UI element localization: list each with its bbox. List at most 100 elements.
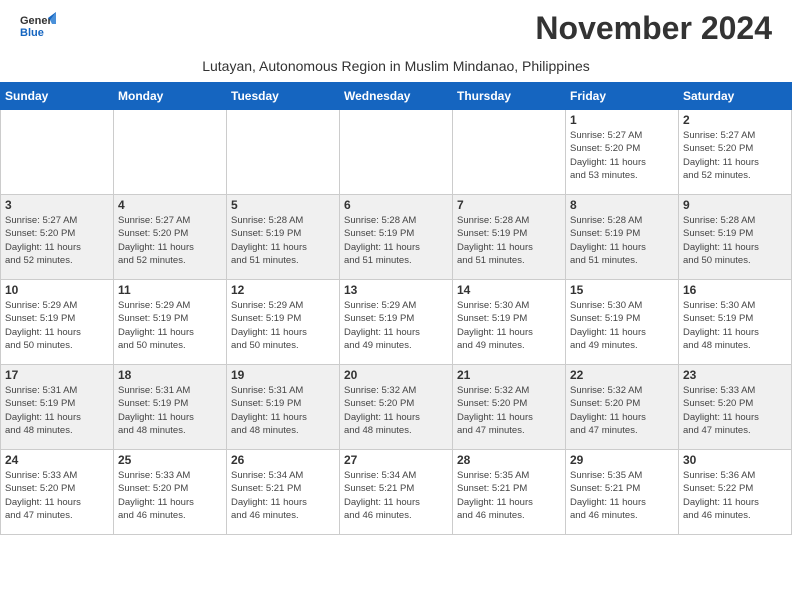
day-info: Sunrise: 5:35 AM Sunset: 5:21 PM Dayligh… [570,469,674,522]
day-info: Sunrise: 5:33 AM Sunset: 5:20 PM Dayligh… [5,469,109,522]
day-info: Sunrise: 5:30 AM Sunset: 5:19 PM Dayligh… [457,299,561,352]
calendar-cell: 30 Sunrise: 5:36 AM Sunset: 5:22 PM Dayli… [679,450,792,535]
day-number: 30 [683,453,787,467]
week-row-2: 3Sunrise: 5:27 AM Sunset: 5:20 PM Daylig… [1,195,792,280]
day-info: Sunrise: 5:29 AM Sunset: 5:19 PM Dayligh… [344,299,448,352]
page-header: General Blue November 2024 [0,0,792,56]
calendar-cell: 22 Sunrise: 5:32 AM Sunset: 5:20 PM Dayli… [566,365,679,450]
calendar-cell [340,110,453,195]
day-number: 18 [118,368,222,382]
day-number: 6 [344,198,448,212]
day-info: Sunrise: 5:31 AM Sunset: 5:19 PM Dayligh… [5,384,109,437]
calendar-cell: 2Sunrise: 5:27 AM Sunset: 5:20 PM Daylig… [679,110,792,195]
day-info: Sunrise: 5:34 AM Sunset: 5:21 PM Dayligh… [231,469,335,522]
day-info: Sunrise: 5:27 AM Sunset: 5:20 PM Dayligh… [683,129,787,182]
svg-text:Blue: Blue [20,27,44,39]
calendar-cell: 18Sunrise: 5:31 AM Sunset: 5:19 PM Dayli… [114,365,227,450]
day-info: Sunrise: 5:30 AM Sunset: 5:19 PM Dayligh… [683,299,787,352]
calendar-header-wednesday: Wednesday [340,83,453,110]
calendar-cell: 26 Sunrise: 5:34 AM Sunset: 5:21 PM Dayli… [227,450,340,535]
day-info: Sunrise: 5:28 AM Sunset: 5:19 PM Dayligh… [344,214,448,267]
day-info: Sunrise: 5:32 AM Sunset: 5:20 PM Dayligh… [570,384,674,437]
week-row-5: 24 Sunrise: 5:33 AM Sunset: 5:20 PM Dayli… [1,450,792,535]
calendar-cell: 9 Sunrise: 5:28 AM Sunset: 5:19 PM Daylig… [679,195,792,280]
day-info: Sunrise: 5:29 AM Sunset: 5:19 PM Dayligh… [118,299,222,352]
day-info: Sunrise: 5:27 AM Sunset: 5:20 PM Dayligh… [5,214,109,267]
calendar-header-monday: Monday [114,83,227,110]
day-info: Sunrise: 5:28 AM Sunset: 5:19 PM Dayligh… [457,214,561,267]
calendar-cell: 29 Sunrise: 5:35 AM Sunset: 5:21 PM Dayli… [566,450,679,535]
logo: General Blue [20,10,56,51]
calendar-header-thursday: Thursday [453,83,566,110]
day-info: Sunrise: 5:27 AM Sunset: 5:20 PM Dayligh… [570,129,674,182]
logo-icon: General Blue [20,10,56,51]
calendar-cell: 25 Sunrise: 5:33 AM Sunset: 5:20 PM Dayli… [114,450,227,535]
month-title: November 2024 [535,10,772,47]
calendar-header-friday: Friday [566,83,679,110]
calendar-cell: 24 Sunrise: 5:33 AM Sunset: 5:20 PM Dayli… [1,450,114,535]
calendar-cell: 23Sunrise: 5:33 AM Sunset: 5:20 PM Dayli… [679,365,792,450]
week-row-1: 1 Sunrise: 5:27 AM Sunset: 5:20 PM Daylig… [1,110,792,195]
day-number: 14 [457,283,561,297]
day-number: 20 [344,368,448,382]
calendar-cell: 17 Sunrise: 5:31 AM Sunset: 5:19 PM Dayli… [1,365,114,450]
day-info: Sunrise: 5:31 AM Sunset: 5:19 PM Dayligh… [231,384,335,437]
day-number: 17 [5,368,109,382]
day-number: 21 [457,368,561,382]
day-number: 24 [5,453,109,467]
day-info: Sunrise: 5:34 AM Sunset: 5:21 PM Dayligh… [344,469,448,522]
location-subtitle: Lutayan, Autonomous Region in Muslim Min… [0,56,792,82]
day-info: Sunrise: 5:28 AM Sunset: 5:19 PM Dayligh… [570,214,674,267]
calendar-cell: 15 Sunrise: 5:30 AM Sunset: 5:19 PM Dayli… [566,280,679,365]
day-info: Sunrise: 5:32 AM Sunset: 5:20 PM Dayligh… [344,384,448,437]
day-info: Sunrise: 5:36 AM Sunset: 5:22 PM Dayligh… [683,469,787,522]
day-number: 9 [683,198,787,212]
calendar-cell: 11 Sunrise: 5:29 AM Sunset: 5:19 PM Dayli… [114,280,227,365]
day-number: 8 [570,198,674,212]
day-info: Sunrise: 5:29 AM Sunset: 5:19 PM Dayligh… [231,299,335,352]
day-number: 11 [118,283,222,297]
calendar-cell [114,110,227,195]
day-number: 26 [231,453,335,467]
day-info: Sunrise: 5:28 AM Sunset: 5:19 PM Dayligh… [683,214,787,267]
calendar-cell: 8 Sunrise: 5:28 AM Sunset: 5:19 PM Daylig… [566,195,679,280]
week-row-3: 10 Sunrise: 5:29 AM Sunset: 5:19 PM Dayli… [1,280,792,365]
day-number: 28 [457,453,561,467]
calendar-cell: 28Sunrise: 5:35 AM Sunset: 5:21 PM Dayli… [453,450,566,535]
day-number: 10 [5,283,109,297]
calendar-cell: 3Sunrise: 5:27 AM Sunset: 5:20 PM Daylig… [1,195,114,280]
day-number: 12 [231,283,335,297]
day-number: 4 [118,198,222,212]
calendar-cell [453,110,566,195]
day-number: 1 [570,113,674,127]
day-number: 7 [457,198,561,212]
calendar-cell: 7 Sunrise: 5:28 AM Sunset: 5:19 PM Daylig… [453,195,566,280]
calendar-cell: 1 Sunrise: 5:27 AM Sunset: 5:20 PM Daylig… [566,110,679,195]
calendar-cell: 14 Sunrise: 5:30 AM Sunset: 5:19 PM Dayli… [453,280,566,365]
day-info: Sunrise: 5:28 AM Sunset: 5:19 PM Dayligh… [231,214,335,267]
calendar-cell: 21Sunrise: 5:32 AM Sunset: 5:20 PM Dayli… [453,365,566,450]
day-number: 29 [570,453,674,467]
calendar-cell: 10 Sunrise: 5:29 AM Sunset: 5:19 PM Dayli… [1,280,114,365]
day-info: Sunrise: 5:30 AM Sunset: 5:19 PM Dayligh… [570,299,674,352]
week-row-4: 17 Sunrise: 5:31 AM Sunset: 5:19 PM Dayli… [1,365,792,450]
day-info: Sunrise: 5:33 AM Sunset: 5:20 PM Dayligh… [118,469,222,522]
calendar-cell [1,110,114,195]
day-number: 5 [231,198,335,212]
calendar-cell: 27 Sunrise: 5:34 AM Sunset: 5:21 PM Dayli… [340,450,453,535]
calendar-header-saturday: Saturday [679,83,792,110]
calendar-cell [227,110,340,195]
day-number: 23 [683,368,787,382]
day-number: 15 [570,283,674,297]
calendar-cell: 12 Sunrise: 5:29 AM Sunset: 5:19 PM Dayli… [227,280,340,365]
day-number: 27 [344,453,448,467]
calendar-header-sunday: Sunday [1,83,114,110]
calendar-cell: 16Sunrise: 5:30 AM Sunset: 5:19 PM Dayli… [679,280,792,365]
calendar-cell: 4Sunrise: 5:27 AM Sunset: 5:20 PM Daylig… [114,195,227,280]
day-number: 22 [570,368,674,382]
calendar-table: SundayMondayTuesdayWednesdayThursdayFrid… [0,82,792,535]
day-info: Sunrise: 5:29 AM Sunset: 5:19 PM Dayligh… [5,299,109,352]
calendar-cell: 19 Sunrise: 5:31 AM Sunset: 5:19 PM Dayli… [227,365,340,450]
day-number: 25 [118,453,222,467]
day-number: 19 [231,368,335,382]
